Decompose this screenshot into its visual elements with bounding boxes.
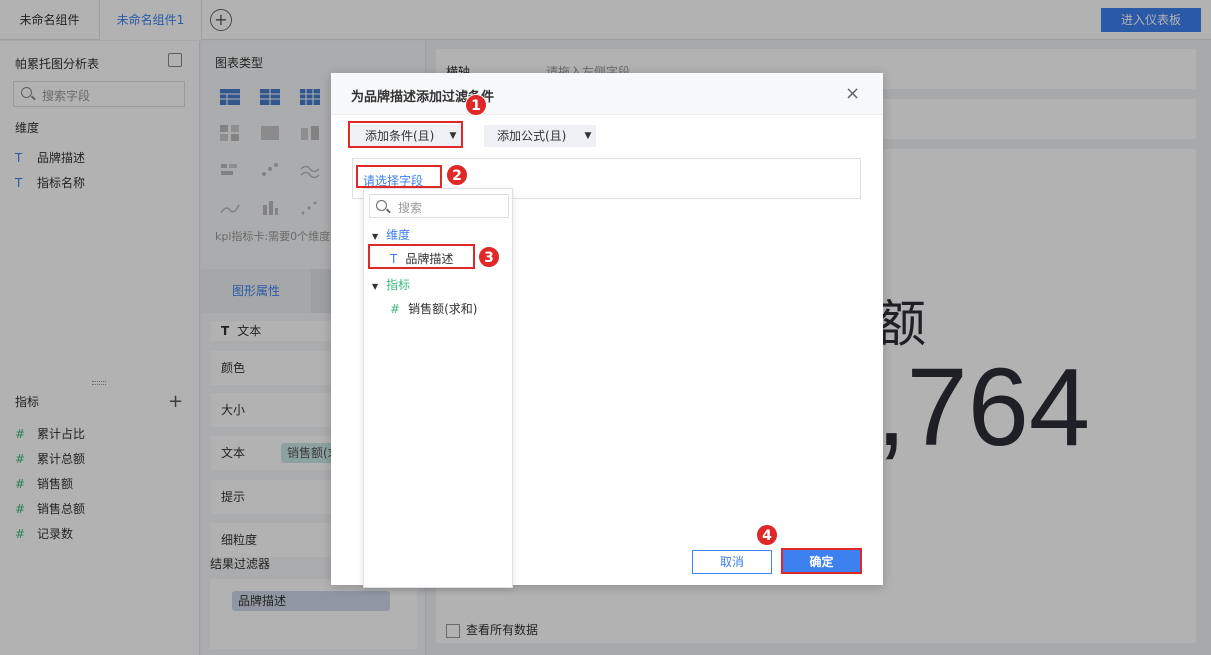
collapse-triangle-icon[interactable]: ▼: [372, 232, 378, 241]
popup-item-sales[interactable]: # 销售额(求和): [390, 300, 477, 317]
number-type-icon: #: [390, 302, 401, 316]
annotation-box-1: [348, 121, 463, 148]
step-badge-3: 3: [478, 246, 500, 268]
annotation-box-4: [781, 548, 862, 574]
caret-down-icon[interactable]: ▼: [580, 125, 596, 147]
add-formula-label: 添加公式(且): [497, 129, 567, 143]
step-badge-2: 2: [446, 164, 468, 186]
indicator-group[interactable]: ▼ 指标: [372, 276, 410, 293]
popup-item-label: 销售额(求和): [408, 302, 478, 316]
popup-search-placeholder: 搜索: [398, 201, 423, 215]
popup-search-input[interactable]: 搜索: [369, 194, 509, 218]
step-badge-1: 1: [465, 94, 487, 116]
search-icon: [376, 200, 387, 211]
add-formula-dropdown[interactable]: 添加公式(且) ▼: [484, 125, 596, 147]
annotation-box-2: [356, 165, 442, 188]
cancel-button[interactable]: 取消: [692, 550, 772, 574]
step-badge-4: 4: [756, 524, 778, 546]
close-icon[interactable]: ×: [845, 83, 860, 104]
indicator-group-label: 指标: [386, 278, 411, 292]
collapse-triangle-icon[interactable]: ▼: [372, 282, 378, 291]
dimension-group[interactable]: ▼ 维度: [372, 226, 410, 243]
dialog-header: 为品牌描述添加过滤条件 ×: [331, 73, 883, 115]
annotation-box-3: [368, 244, 475, 269]
dimension-group-label: 维度: [386, 228, 411, 242]
